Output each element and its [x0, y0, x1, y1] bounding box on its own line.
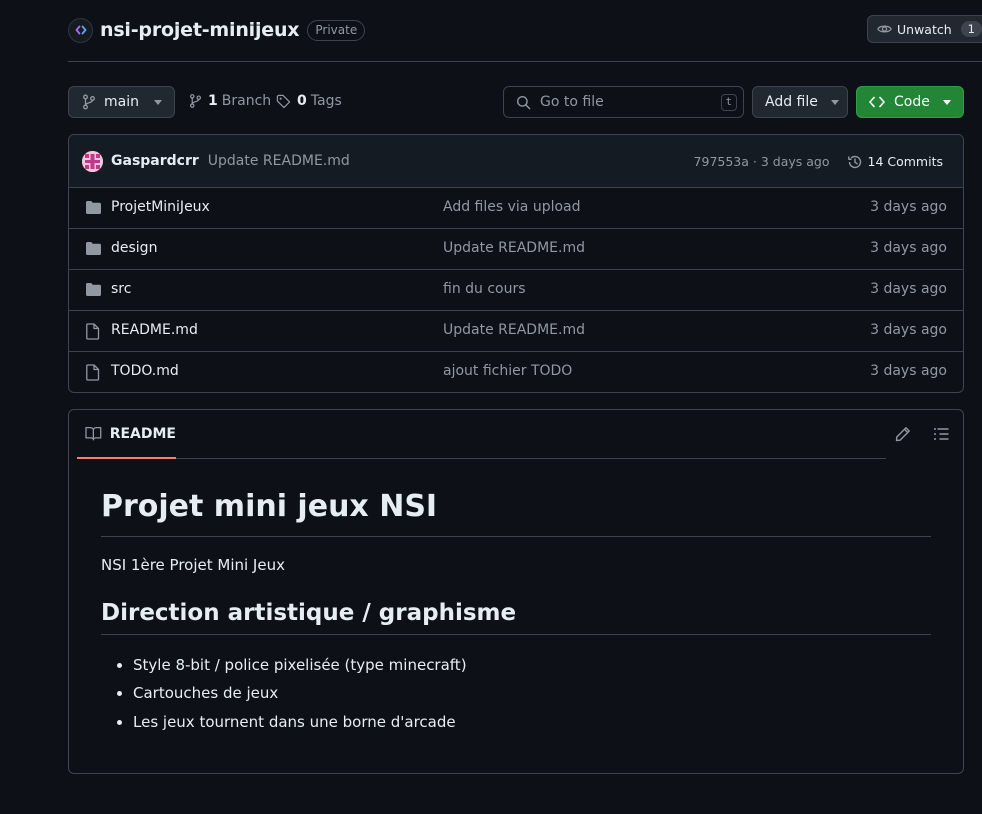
file-name[interactable]: src — [111, 281, 131, 297]
readme-list: Style 8-bit / police pixelisée (type min… — [101, 651, 931, 737]
eye-icon — [877, 25, 892, 33]
latest-commit-bar: Gaspardcrr Update README.md 797553a · 3 … — [69, 135, 963, 188]
file-row[interactable]: README.md Update README.md 3 days ago — [69, 311, 963, 352]
file-name[interactable]: ProjetMiniJeux — [111, 199, 210, 215]
add-file-label: Add file — [765, 94, 818, 110]
file-date: 3 days ago — [870, 281, 947, 297]
tabs-divider — [176, 458, 886, 459]
readme-heading-1: Projet mini jeux NSI — [101, 489, 931, 537]
file-row[interactable]: ProjetMiniJeux Add files via upload 3 da… — [69, 188, 963, 229]
file-row[interactable]: src fin du cours 3 days ago — [69, 270, 963, 311]
branch-count: 1 — [208, 93, 218, 109]
tags-link[interactable]: 0 Tags — [276, 93, 342, 109]
branch-name: main — [104, 94, 139, 110]
file-commit-message[interactable]: Add files via upload — [443, 199, 581, 215]
go-to-file-input[interactable]: Go to file t — [503, 86, 744, 118]
readme-panel: README Projet mini jeux NSI NSI 1ère Pro… — [68, 409, 964, 774]
tag-icon — [276, 94, 291, 108]
shortcut-key: t — [720, 94, 737, 111]
avatar[interactable] — [82, 150, 103, 172]
visibility-badge: Private — [307, 19, 366, 41]
git-branch-icon — [83, 94, 95, 110]
file-commit-message[interactable]: ajout fichier TODO — [443, 363, 572, 379]
folder-icon — [85, 241, 102, 260]
book-icon — [85, 426, 102, 441]
file-name[interactable]: README.md — [111, 322, 198, 338]
tab-readme[interactable]: README — [77, 410, 176, 459]
file-commit-message[interactable]: Update README.md — [443, 240, 585, 256]
code-label: Code — [894, 94, 930, 110]
unwatch-button[interactable]: Unwatch 1 — [867, 15, 982, 43]
history-icon — [847, 155, 861, 168]
chevron-down-icon — [153, 99, 162, 105]
readme-content: Projet mini jeux NSI NSI 1ère Projet Min… — [101, 489, 931, 737]
file-date: 3 days ago — [870, 322, 947, 338]
code-button[interactable]: Code — [856, 86, 964, 118]
folder-icon — [85, 200, 102, 219]
file-date: 3 days ago — [870, 363, 947, 379]
readme-tabs: README — [69, 410, 963, 459]
file-name[interactable]: design — [111, 240, 157, 256]
file-browser: Gaspardcrr Update README.md 797553a · 3 … — [68, 134, 964, 393]
file-commit-message[interactable]: fin du cours — [443, 281, 526, 297]
commit-hash-time[interactable]: 797553a · 3 days ago — [694, 154, 830, 169]
readme-actions — [895, 426, 949, 446]
list-item: Les jeux tournent dans une borne d'arcad… — [133, 708, 931, 737]
header-divider — [68, 61, 982, 62]
file-date: 3 days ago — [870, 240, 947, 256]
branch-selector[interactable]: main — [68, 86, 175, 118]
pencil-icon[interactable] — [895, 426, 911, 446]
readme-intro: NSI 1ère Projet Mini Jeux — [101, 555, 285, 574]
commits-link[interactable]: 14 Commits — [847, 154, 944, 170]
file-icon — [85, 364, 100, 385]
chevron-down-icon — [830, 99, 839, 105]
repository-page: nsi-projet-minijeux Private Unwatch 1 ma… — [0, 0, 982, 814]
add-file-button[interactable]: Add file — [752, 86, 848, 118]
commits-count: 14 Commits — [867, 154, 944, 169]
repo-name[interactable]: nsi-projet-minijeux — [100, 19, 300, 41]
readme-tab-label: README — [109, 425, 176, 442]
search-icon — [516, 95, 531, 109]
repo-header: nsi-projet-minijeux Private Unwatch 1 — [68, 14, 982, 46]
folder-icon — [85, 282, 102, 301]
identicon-icon — [82, 150, 103, 172]
repo-avatar[interactable] — [68, 17, 93, 43]
branches-link[interactable]: 1 Branch — [189, 93, 271, 109]
tag-count: 0 — [297, 93, 307, 109]
list-item: Cartouches de jeux — [133, 679, 931, 708]
commit-meta: 797553a · 3 days ago 14 Commits — [694, 135, 943, 188]
code-icon — [869, 96, 885, 108]
tag-word: Tags — [310, 93, 342, 109]
chevron-down-icon — [942, 99, 951, 105]
search-placeholder: Go to file — [540, 94, 604, 110]
unwatch-label: Unwatch — [897, 21, 952, 37]
commit-message[interactable]: Update README.md — [208, 153, 350, 169]
repo-logo-icon — [75, 25, 86, 35]
file-icon — [85, 323, 100, 344]
file-row[interactable]: TODO.md ajout fichier TODO 3 days ago — [69, 352, 963, 392]
file-date: 3 days ago — [870, 199, 947, 215]
commit-author[interactable]: Gaspardcrr — [111, 153, 199, 169]
file-row[interactable]: design Update README.md 3 days ago — [69, 229, 963, 270]
file-name[interactable]: TODO.md — [111, 363, 179, 379]
readme-heading-2: Direction artistique / graphisme — [101, 600, 931, 635]
watch-count: 1 — [960, 21, 982, 37]
file-commit-message[interactable]: Update README.md — [443, 322, 585, 338]
git-branch-icon — [189, 94, 202, 108]
branch-word: Branch — [221, 93, 272, 109]
list-item: Style 8-bit / police pixelisée (type min… — [133, 651, 931, 680]
outline-list-icon[interactable] — [933, 426, 949, 446]
